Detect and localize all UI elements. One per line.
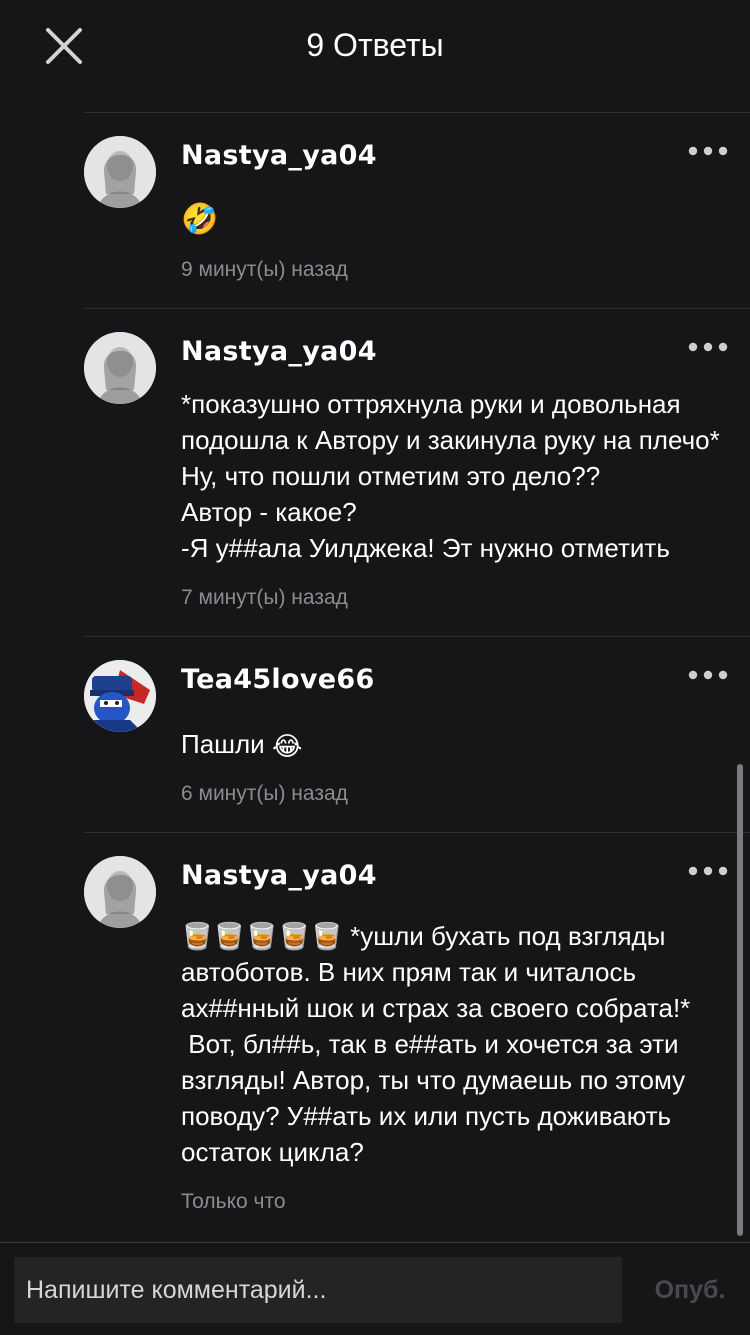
comment-composer: Опуб. [0,1242,750,1335]
more-icon [688,342,728,352]
comment-username[interactable]: Tea45love66 [181,664,375,695]
avatar[interactable] [84,856,156,928]
comment-item: Tea45love66 Пашли 😂 6 минут(ы) назад [0,636,750,832]
publish-button[interactable]: Опуб. [645,1257,735,1323]
comment-input[interactable] [14,1257,622,1323]
user-photo-icon [84,136,156,208]
comment-item: Nastya_ya04 🥃🥃🥃🥃🥃 *ушли бухать под взгля… [0,832,750,1242]
laughing-emoji: 😂 [271,731,303,762]
avatar[interactable] [84,136,156,208]
comment-username[interactable]: Nastya_ya04 [181,336,377,367]
comment-timestamp: 9 минут(ы) назад [181,258,348,281]
user-photo-icon [84,856,156,928]
user-photo-icon [84,332,156,404]
header: 9 Ответы [0,0,750,90]
comment-item: Nastya_ya04 🤣 9 минут(ы) назад [0,112,750,308]
more-options-button[interactable] [688,668,728,680]
more-options-button[interactable] [688,864,728,876]
comment-timestamp: 6 минут(ы) назад [181,782,348,805]
comment-text-content: *ушли бухать под взгляды автоботов. В ни… [181,921,691,1167]
more-icon [688,670,728,680]
more-icon [688,146,728,156]
cartoon-character-icon [84,660,156,732]
comment-text-content: Пашли [181,729,265,759]
comment-timestamp: Только что [181,1190,286,1213]
more-options-button[interactable] [688,144,728,156]
whiskey-emoji-row: 🥃🥃🥃🥃🥃 [181,921,343,951]
comment-username[interactable]: Nastya_ya04 [181,860,377,891]
comment-timestamp: 7 минут(ы) назад [181,586,348,609]
comment-username[interactable]: Nastya_ya04 [181,140,377,171]
comment-item: Nastya_ya04 *показушно оттряхнула руки и… [0,308,750,636]
more-options-button[interactable] [688,340,728,352]
avatar[interactable] [84,660,156,732]
comment-list[interactable]: Nastya_ya04 🤣 9 минут(ы) назад Nastya_ya… [0,112,750,1242]
comment-text: Пашли 😂 [181,726,731,764]
comment-text: *показушно оттряхнула руки и довольная п… [181,389,720,563]
page-title: 9 Ответы [306,27,444,63]
more-icon [688,866,728,876]
avatar[interactable] [84,332,156,404]
scrollbar[interactable] [737,764,743,1236]
comment-text: 🤣 [181,203,219,236]
comment-text: 🥃🥃🥃🥃🥃 *ушли бухать под взгляды автоботов… [181,918,731,1170]
